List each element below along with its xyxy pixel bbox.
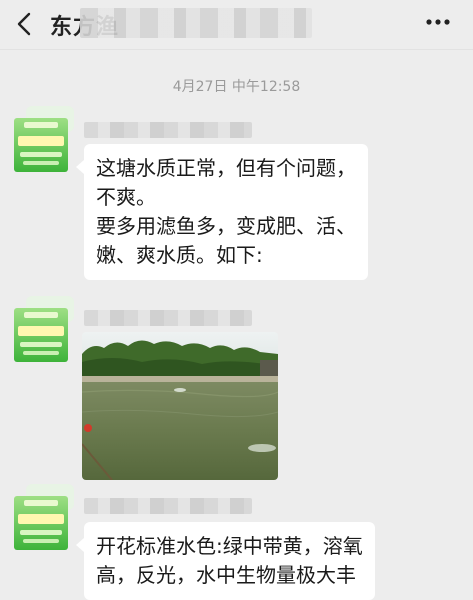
pond-image-icon [82, 332, 278, 480]
more-dots-icon[interactable] [425, 18, 451, 26]
sender-name-blur [84, 310, 252, 326]
message-bubble[interactable]: 这塘水质正常，但有个问题， 不爽。 要多用滤鱼多，变成肥、活、 嫩、爽水质。如下… [76, 144, 368, 280]
message-line: 要多用滤鱼多，变成肥、活、 [96, 214, 356, 238]
sender-name-blur [84, 122, 252, 138]
message-line: 高，反光，水中生物量极大丰 [96, 563, 356, 587]
message-line: 这塘水质正常，但有个问题， [96, 156, 356, 180]
avatar[interactable] [14, 308, 68, 362]
message-line: 嫩、爽水质。如下: [96, 243, 263, 267]
message-line: 开花标准水色:绿中带黄，溶氧 [96, 534, 363, 558]
message-timestamp: 4月27日 中午12:58 [172, 79, 301, 95]
title-blur [80, 8, 312, 38]
avatar[interactable] [14, 496, 68, 550]
avatar[interactable] [14, 118, 68, 172]
message-line: 不爽。 [96, 185, 156, 209]
message-bubble[interactable]: 开花标准水色:绿中带黄，溶氧 高，反光，水中生物量极大丰 [76, 522, 375, 600]
chevron-left-icon[interactable] [14, 12, 36, 36]
pond-photo[interactable] [82, 332, 278, 480]
sender-name-blur [84, 498, 252, 514]
chat-header: 东方渔 [0, 0, 473, 50]
